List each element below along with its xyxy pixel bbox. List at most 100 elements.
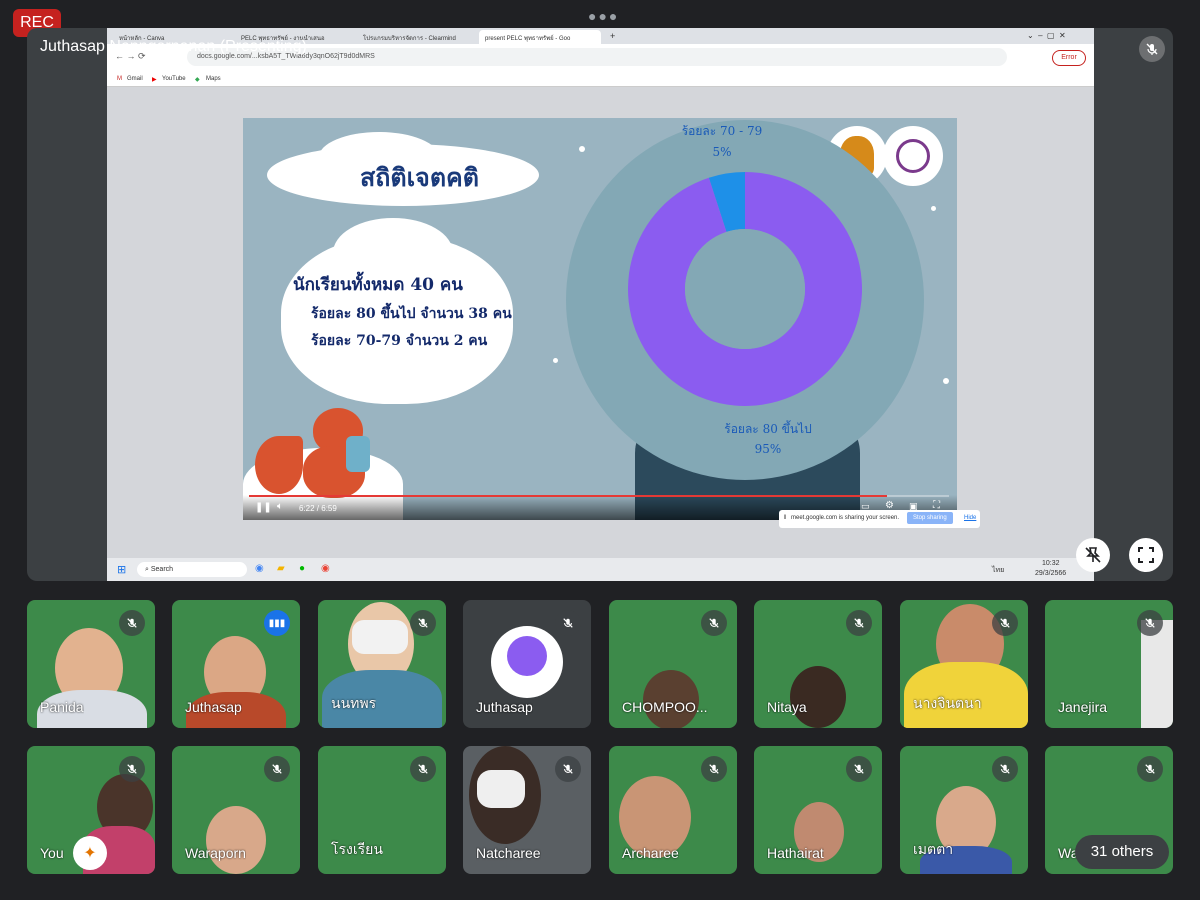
browser-tab-active[interactable]: present PELC พุทธาทรัพย์ - Goo [479,30,601,44]
participant-tile[interactable]: Nitaya [754,600,882,728]
participant-name: Natcharee [476,845,541,861]
bookmark-gmail[interactable]: Gmail [127,76,143,82]
participant-background [1141,620,1173,728]
volume-icon[interactable]: 🔈︎ [277,501,283,512]
window-controls[interactable]: ⌄ – ▢ ✕ [1027,30,1087,44]
chrome-icon[interactable]: ◉ [321,563,330,574]
snowflake [943,378,949,384]
error-badge[interactable]: Error [1052,50,1086,66]
donut-slices [628,172,862,406]
others-count-button[interactable]: 31 others [1075,835,1169,869]
fox-tail [255,436,303,494]
muted-mic-icon [846,610,872,636]
hide-link[interactable]: Hide [964,515,976,521]
maps-icon: ◆ [195,77,200,83]
participant-name: Archaree [622,845,679,861]
face-mask [477,770,525,808]
participant-name: You [40,845,64,861]
fox-scarf [346,436,370,472]
participant-name: Janejira [1058,699,1108,715]
folder-icon[interactable]: ▰ [277,563,285,574]
taskbar-lang[interactable]: ไทย [992,565,1004,576]
participant-name: นนทพร [331,695,377,711]
participant-name: Juthasap [476,699,533,715]
muted-mic-icon [555,610,581,636]
muted-mic-icon [119,756,145,782]
muted-mic-icon [264,756,290,782]
slide-stat-line: ร้อยละ 70-79 จำนวน 2 คน [311,333,488,349]
participant-tile[interactable]: Natcharee [463,746,591,874]
slice-value-large: 95% [754,442,782,456]
muted-mic-icon [701,610,727,636]
unpin-button[interactable] [1076,538,1110,572]
muted-mic-icon [701,756,727,782]
windows-start-icon[interactable]: ⊞ [117,563,126,576]
participant-tile[interactable]: Archaree [609,746,737,874]
participant-tile[interactable]: นนทพร [318,600,446,728]
muted-mic-icon [410,756,436,782]
line-icon[interactable]: ● [299,563,305,574]
slide-stat-line: นักเรียนทั้งหมด 40 คน [293,275,463,295]
taskbar-date: 29/3/2566 [1035,570,1067,577]
participant-tile[interactable]: นางจินตนา [900,600,1028,728]
youtube-icon: ▶ [152,77,157,83]
face-mask [352,620,408,654]
participant-tile[interactable]: Juthasap [463,600,591,728]
fullscreen-button[interactable] [1129,538,1163,572]
participant-tile[interactable]: Hathairat [754,746,882,874]
participant-tile[interactable]: โรงเรียน [318,746,446,874]
bookmark-youtube[interactable]: YouTube [162,76,186,82]
windows-taskbar: ⊞ ⌕ Search ◉ ▰ ● ◉ ไทย 10:32 29/3/2566 [107,558,1094,581]
participant-name: Panida [40,699,84,715]
unpin-icon [1085,547,1101,563]
participant-face [790,666,846,728]
muted-mic-icon [846,756,872,782]
url-input[interactable]: docs.google.com/...ksbA5T_TWia6dy3qnO62j… [187,48,1007,66]
slice-label-large: ร้อยละ 80 ขึ้นไป [724,422,812,436]
muted-mic-icon [992,756,1018,782]
taskbar-time: 10:32 [1042,560,1060,567]
participant-name: โรงเรียน [331,841,383,857]
muted-mic-icon [410,610,436,636]
muted-mic-icon [119,610,145,636]
new-tab-icon[interactable]: + [607,30,621,44]
pause-icon: ǁ [784,515,787,521]
slice-label-small: ร้อยละ 70 - 79 [681,124,763,138]
more-options-icon[interactable]: ●●● [588,8,619,24]
donut-hole [685,229,805,349]
participant-name: Juthasap [185,699,242,715]
participant-name: Hathairat [767,845,824,861]
taskbar-search[interactable]: ⌕ Search [137,562,247,577]
participant-tile[interactable]: ▮▮▮ Juthasap [172,600,300,728]
pause-icon[interactable]: ❚❚ [255,502,272,513]
chrome-icon[interactable]: ◉ [255,563,264,574]
share-notice-text: meet.google.com is sharing your screen. [791,515,900,521]
speaking-indicator-icon: ▮▮▮ [264,610,290,636]
video-time: 6:22 / 6:59 [299,504,337,513]
participant-avatar [491,626,563,698]
participant-name: Nitaya [767,699,807,715]
slide-stat-line: ร้อยละ 80 ขึ้นไป จำนวน 38 คน [311,306,512,322]
participant-name: Waraporn [185,845,246,861]
stop-sharing-button[interactable]: Stop sharing [907,512,953,524]
participant-name: เมตตา [913,841,954,857]
participant-tile[interactable]: Panida [27,600,155,728]
snowflake [579,146,585,152]
snowflake [553,358,558,363]
participant-tile[interactable]: Janejira [1045,600,1173,728]
muted-mic-icon [992,610,1018,636]
participant-name: CHOMPOO... [622,699,708,715]
effects-sparkle-icon[interactable]: ✦ [73,836,107,870]
video-progress-fill [249,495,887,497]
presenter-muted-icon [1139,36,1165,62]
bookmark-maps[interactable]: Maps [206,76,221,82]
participant-tile[interactable]: Waraporn [172,746,300,874]
participant-tile[interactable]: เมตตา [900,746,1028,874]
video-progress-track[interactable] [249,495,949,497]
presenter-name: Juthasap Napngernanan (Presenting) [40,38,307,55]
muted-mic-icon [1137,756,1163,782]
browser-tab[interactable]: โปรแกรมบริหารจัดการ - Clearmind [357,30,475,44]
participant-tile[interactable]: CHOMPOO... [609,600,737,728]
muted-mic-icon [1137,610,1163,636]
participant-tile[interactable]: You ✦ [27,746,155,874]
